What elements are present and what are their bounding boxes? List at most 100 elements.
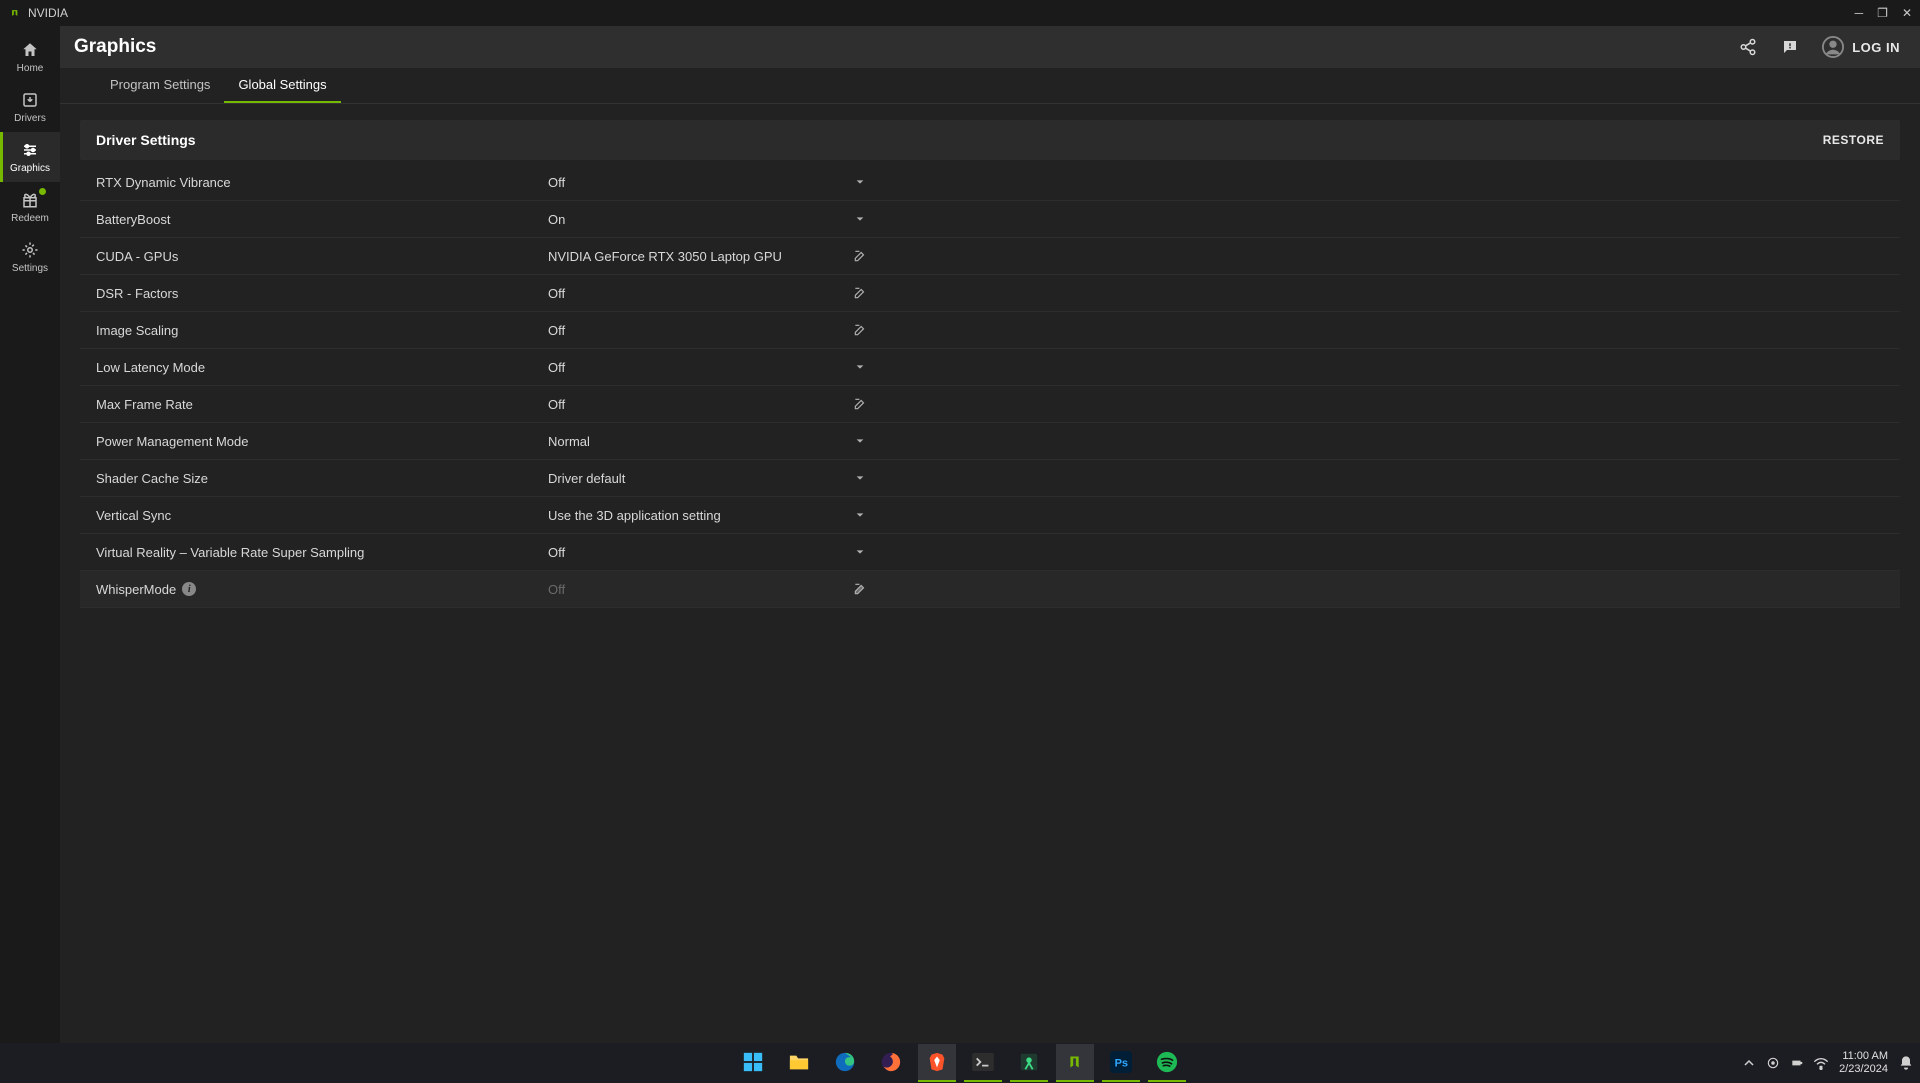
setting-label: Low Latency Mode (96, 360, 548, 375)
edit-icon[interactable] (848, 249, 872, 263)
nvidia-app-icon[interactable] (1056, 1044, 1094, 1082)
notifications-icon[interactable] (1898, 1055, 1914, 1071)
setting-value[interactable]: Driver default (548, 471, 848, 486)
setting-value[interactable]: Off (548, 397, 848, 412)
tab-program-settings[interactable]: Program Settings (96, 68, 224, 103)
sidebar-item-graphics[interactable]: Graphics (0, 132, 60, 182)
setting-value[interactable]: Off (548, 545, 848, 560)
section-title: Driver Settings (96, 132, 196, 148)
dropdown-icon[interactable] (848, 214, 872, 224)
sidebar-item-redeem[interactable]: Redeem (0, 182, 60, 232)
photoshop-icon[interactable]: Ps (1102, 1044, 1140, 1082)
location-icon[interactable] (1765, 1055, 1781, 1071)
login-button[interactable]: LOG IN (1822, 36, 1900, 58)
setting-value[interactable]: Off (548, 286, 848, 301)
system-tray: 11:00 AM 2/23/2024 (1741, 1050, 1914, 1076)
setting-label-text: CUDA - GPUs (96, 249, 178, 264)
setting-label: Virtual Reality – Variable Rate Super Sa… (96, 545, 548, 560)
tray-overflow-icon[interactable] (1741, 1055, 1757, 1071)
dropdown-icon[interactable] (848, 510, 872, 520)
taskbar-center: Ps (734, 1044, 1186, 1082)
setting-row: Image ScalingOff (80, 312, 1900, 349)
maximize-button[interactable]: ❐ (1877, 7, 1888, 19)
firefox-icon[interactable] (872, 1044, 910, 1082)
info-icon[interactable]: i (182, 582, 196, 596)
spotify-icon[interactable] (1148, 1044, 1186, 1082)
gear-icon (20, 240, 40, 260)
dropdown-icon[interactable] (848, 473, 872, 483)
tab-label: Program Settings (110, 77, 210, 92)
setting-label-text: Virtual Reality – Variable Rate Super Sa… (96, 545, 364, 560)
settings-table: RTX Dynamic Vibrance Off BatteryBoostOn CUD… (80, 164, 1900, 608)
sidebar-item-drivers[interactable]: Drivers (0, 82, 60, 132)
share-icon[interactable] (1738, 37, 1758, 57)
setting-label: Shader Cache Size (96, 471, 548, 486)
section-header: Driver Settings RESTORE (80, 120, 1900, 160)
edit-icon[interactable] (848, 397, 872, 411)
setting-label-text: Shader Cache Size (96, 471, 208, 486)
nvidia-logo-icon (8, 8, 22, 18)
setting-label-text: Vertical Sync (96, 508, 171, 523)
dropdown-icon[interactable] (848, 177, 872, 187)
setting-label: Power Management Mode (96, 434, 548, 449)
setting-value[interactable]: Off (548, 360, 848, 375)
setting-value[interactable]: Off (548, 175, 848, 190)
setting-row: BatteryBoostOn (80, 201, 1900, 238)
tabs: Program Settings Global Settings (60, 68, 1920, 104)
sidebar-item-label: Home (17, 63, 44, 74)
setting-label-text: DSR - Factors (96, 286, 178, 301)
window-titlebar: NVIDIA ─ ❐ ✕ (0, 0, 1920, 26)
sidebar-item-label: Settings (12, 263, 48, 274)
close-button[interactable]: ✕ (1902, 7, 1912, 19)
setting-label: RTX Dynamic Vibrance (96, 175, 548, 190)
power-icon[interactable] (1789, 1055, 1805, 1071)
windows-taskbar: Ps 11:00 AM 2/23/2024 (0, 1043, 1920, 1083)
dropdown-icon[interactable] (848, 436, 872, 446)
setting-value[interactable]: NVIDIA GeForce RTX 3050 Laptop GPU (548, 249, 848, 264)
clock-date: 2/23/2024 (1839, 1063, 1888, 1076)
window-controls: ─ ❐ ✕ (1855, 7, 1912, 19)
android-studio-icon[interactable] (1010, 1044, 1048, 1082)
edge-icon[interactable] (826, 1044, 864, 1082)
page-title: Graphics (74, 36, 156, 58)
sidebar-item-label: Redeem (11, 213, 49, 224)
setting-label-text: RTX Dynamic Vibrance (96, 175, 231, 190)
sidebar-item-home[interactable]: Home (0, 32, 60, 82)
setting-row: Virtual Reality – Variable Rate Super Sa… (80, 534, 1900, 571)
download-icon (20, 90, 40, 110)
setting-value[interactable]: Use the 3D application setting (548, 508, 848, 523)
setting-label-text: Low Latency Mode (96, 360, 205, 375)
login-label: LOG IN (1852, 40, 1900, 55)
brave-icon[interactable] (918, 1044, 956, 1082)
dropdown-icon[interactable] (848, 547, 872, 557)
taskbar-clock[interactable]: 11:00 AM 2/23/2024 (1839, 1050, 1888, 1076)
file-explorer-icon[interactable] (780, 1044, 818, 1082)
setting-value[interactable]: Off (548, 323, 848, 338)
edit-icon[interactable] (848, 286, 872, 300)
titlebar-left: NVIDIA (8, 6, 68, 20)
setting-row: Vertical Sync Use the 3D application sett… (80, 497, 1900, 534)
content-area: Graphics LOG IN Program Settings Global … (60, 26, 1920, 1043)
setting-label-text: WhisperMode (96, 582, 176, 597)
edit-icon[interactable] (848, 323, 872, 337)
setting-row: RTX Dynamic Vibrance Off (80, 164, 1900, 201)
setting-label: CUDA - GPUs (96, 249, 548, 264)
start-button[interactable] (734, 1044, 772, 1082)
setting-value[interactable]: Normal (548, 434, 848, 449)
gift-icon (20, 190, 40, 210)
sidebar-item-settings[interactable]: Settings (0, 232, 60, 282)
minimize-button[interactable]: ─ (1855, 7, 1864, 19)
header-actions: LOG IN (1738, 36, 1900, 58)
setting-row: DSR - Factors Off (80, 275, 1900, 312)
terminal-icon[interactable] (964, 1044, 1002, 1082)
wifi-icon[interactable] (1813, 1055, 1829, 1071)
dropdown-icon[interactable] (848, 362, 872, 372)
restore-button[interactable]: RESTORE (1823, 133, 1884, 147)
tab-global-settings[interactable]: Global Settings (224, 68, 340, 103)
setting-value[interactable]: On (548, 212, 848, 227)
setting-row: Max Frame RateOff (80, 386, 1900, 423)
setting-label: DSR - Factors (96, 286, 548, 301)
feedback-icon[interactable] (1780, 37, 1800, 57)
setting-label: Max Frame Rate (96, 397, 548, 412)
window-title: NVIDIA (28, 6, 68, 20)
